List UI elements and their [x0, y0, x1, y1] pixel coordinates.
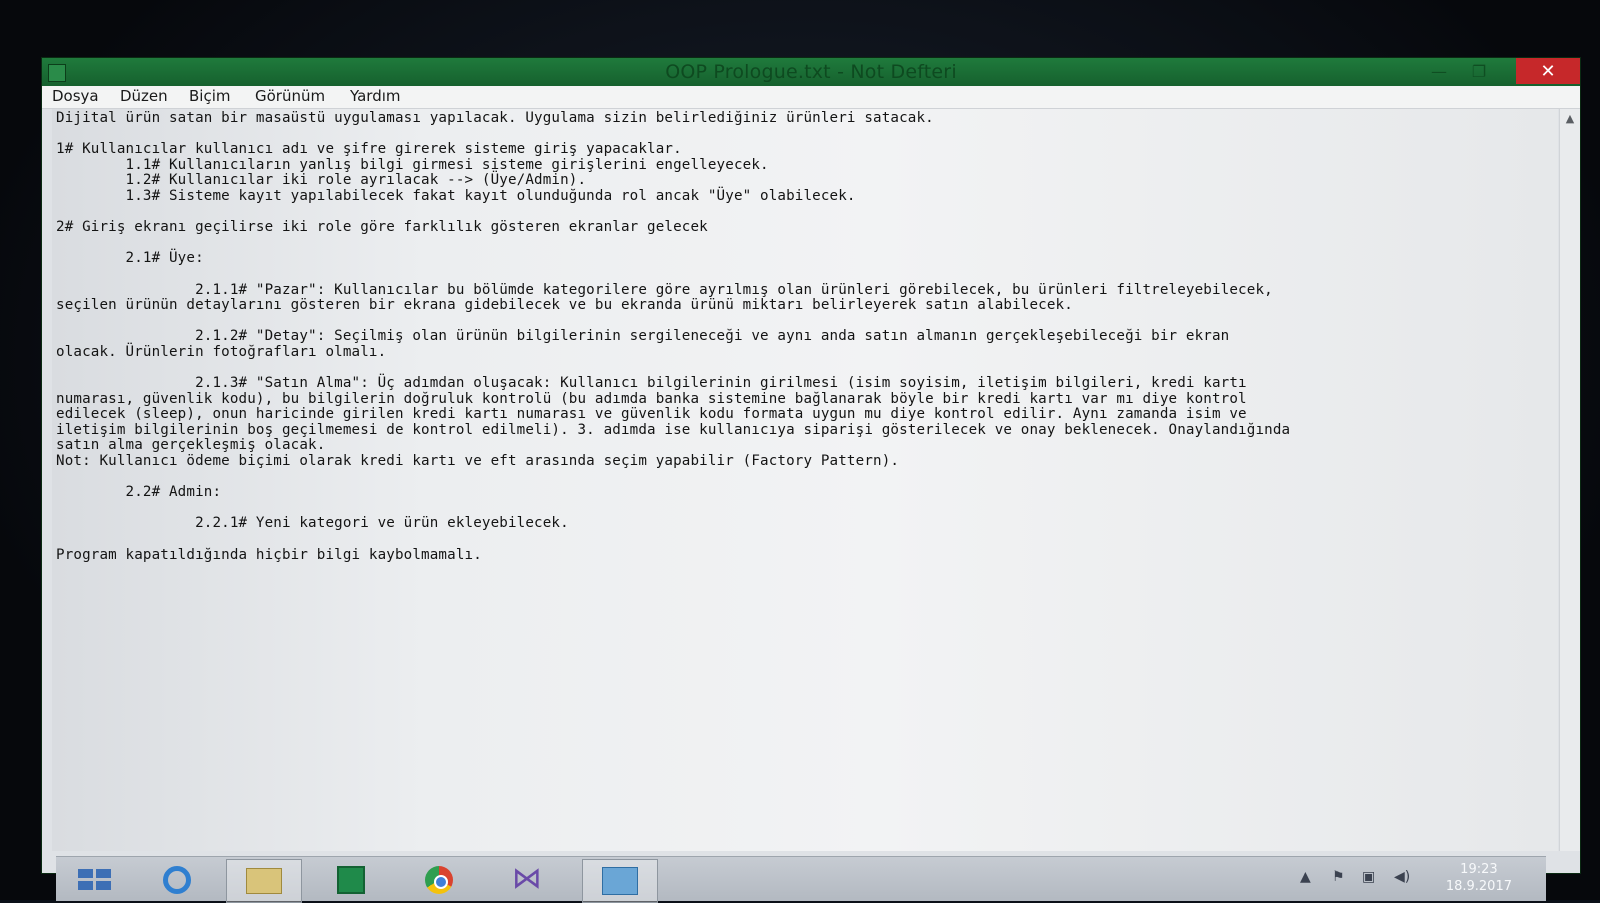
- system-tray: ▲ ⚑ ▣ ◀) 19:23 18.9.2017: [1286, 857, 1546, 901]
- volume-icon[interactable]: ◀): [1394, 869, 1410, 885]
- taskbar-internet-explorer[interactable]: [140, 859, 214, 901]
- taskbar-store[interactable]: [314, 859, 388, 901]
- menu-help[interactable]: Yardım: [346, 87, 405, 105]
- menu-edit[interactable]: Düzen: [116, 87, 172, 105]
- tray-clock[interactable]: 19:23 18.9.2017: [1446, 861, 1512, 895]
- vertical-scrollbar[interactable]: ▲: [1559, 109, 1580, 851]
- menu-file[interactable]: Dosya: [48, 87, 103, 105]
- window-title: OOP Prologue.txt - Not Defteri: [665, 61, 957, 83]
- visual-studio-icon: [512, 861, 542, 896]
- store-icon: [337, 866, 365, 894]
- menu-bar: Dosya Düzen Biçim Görünüm Yardım: [42, 86, 1580, 109]
- taskbar-notepad[interactable]: [582, 859, 658, 903]
- menu-view[interactable]: Görünüm: [251, 87, 329, 105]
- folder-icon: [246, 868, 282, 894]
- minimize-button[interactable]: —: [1420, 58, 1458, 84]
- notepad-window: OOP Prologue.txt - Not Defteri — ❐ ✕ Dos…: [42, 58, 1580, 873]
- taskbar-visual-studio[interactable]: [490, 859, 564, 901]
- windows-logo-icon: [78, 869, 112, 891]
- close-button[interactable]: ✕: [1516, 58, 1580, 84]
- taskbar-file-explorer[interactable]: [226, 859, 302, 903]
- network-icon[interactable]: ▣: [1362, 869, 1375, 885]
- ie-icon: [163, 866, 191, 894]
- desktop-screen: OOP Prologue.txt - Not Defteri — ❐ ✕ Dos…: [0, 0, 1600, 903]
- menu-format[interactable]: Biçim: [185, 87, 234, 105]
- text-editor-area[interactable]: Dijital ürün satan bir masaüstü uygulama…: [52, 109, 1558, 851]
- action-center-flag-icon[interactable]: ⚑: [1332, 869, 1345, 885]
- document-text[interactable]: Dijital ürün satan bir masaüstü uygulama…: [52, 109, 1558, 563]
- chrome-icon: [425, 866, 453, 894]
- scroll-up-icon[interactable]: ▲: [1560, 112, 1580, 125]
- taskbar: ▲ ⚑ ▣ ◀) 19:23 18.9.2017: [56, 856, 1546, 903]
- title-bar[interactable]: OOP Prologue.txt - Not Defteri — ❐ ✕: [42, 58, 1580, 86]
- taskbar-chrome[interactable]: [402, 859, 476, 901]
- tray-chevron-icon[interactable]: ▲: [1300, 869, 1311, 885]
- notepad-icon: [602, 867, 638, 895]
- clock-date: 18.9.2017: [1445, 879, 1512, 894]
- clock-time: 19:23: [1460, 862, 1498, 877]
- start-button[interactable]: [58, 859, 132, 901]
- maximize-button[interactable]: ❐: [1460, 58, 1498, 84]
